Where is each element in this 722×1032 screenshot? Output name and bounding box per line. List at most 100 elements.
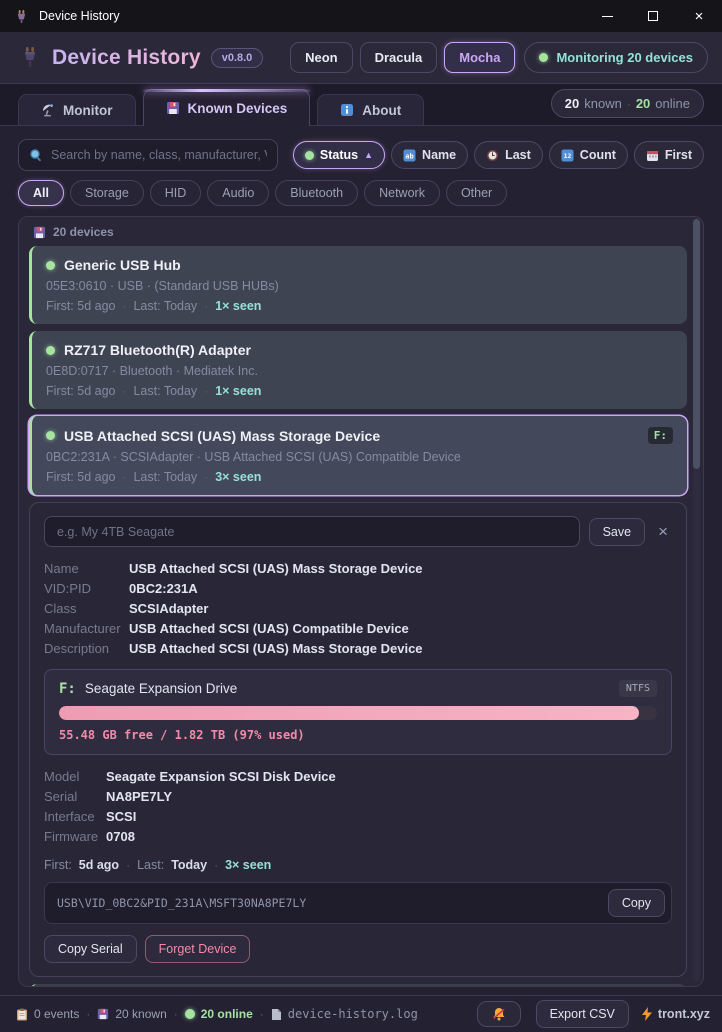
clipboard-icon xyxy=(16,1008,28,1021)
drive-letter-badge: F: xyxy=(648,427,673,444)
filter-hid[interactable]: HID xyxy=(150,180,202,206)
online-count: 20 xyxy=(636,96,650,111)
first-seen: First: 5d ago xyxy=(46,470,115,484)
copy-serial-button[interactable]: Copy Serial xyxy=(44,935,137,963)
window-controls: × xyxy=(584,0,722,32)
drive-usage-text: 55.48 GB free / 1.82 TB (97% used) xyxy=(59,728,657,742)
maximize-button[interactable] xyxy=(630,0,676,32)
minimize-button[interactable] xyxy=(584,0,630,32)
device-counts-badge: 20 known · 20 online xyxy=(551,89,704,118)
mute-notifications-button[interactable] xyxy=(477,1001,521,1027)
separator: · xyxy=(204,299,208,313)
first-value: 5d ago xyxy=(79,858,119,872)
close-button[interactable]: × xyxy=(676,0,722,32)
field-value: 0708 xyxy=(106,827,135,847)
sort-last-button[interactable]: Last xyxy=(474,141,543,169)
search-input[interactable] xyxy=(51,148,267,162)
tab-monitor[interactable]: Monitor xyxy=(18,94,136,125)
filter-other[interactable]: Other xyxy=(446,180,507,206)
filter-storage[interactable]: Storage xyxy=(70,180,144,206)
separator: · xyxy=(122,470,126,484)
field-label: Serial xyxy=(44,787,106,807)
theme-button-mocha[interactable]: Mocha xyxy=(444,42,515,73)
drive-usage-fill xyxy=(59,706,639,720)
seen-count: 3× seen xyxy=(215,470,261,484)
svg-text:12: 12 xyxy=(563,152,571,160)
device-meta: 0BC2:231A · SCSIAdapter · USB Attached S… xyxy=(46,450,673,464)
tab-about-label: About xyxy=(362,103,401,118)
filter-bluetooth[interactable]: Bluetooth xyxy=(275,180,358,206)
floppy-icon xyxy=(166,101,180,115)
status-dot-icon xyxy=(305,151,314,160)
sort-ascending-icon: ▲ xyxy=(364,150,373,160)
scrollbar-thumb[interactable] xyxy=(693,219,700,469)
device-card-bluetooth-adapter[interactable]: RZ717 Bluetooth(R) Adapter 0E8D:0717 · B… xyxy=(29,331,687,409)
sort-first-button[interactable]: First xyxy=(634,141,704,169)
last-label: Last: xyxy=(137,858,164,872)
seen-count: 3× seen xyxy=(225,858,271,872)
device-list-header: 20 devices xyxy=(29,217,687,246)
log-file-name: device-history.log xyxy=(288,1007,418,1021)
export-csv-button[interactable]: Export CSV xyxy=(536,1000,629,1028)
sort-count-button[interactable]: 12 Count xyxy=(549,141,628,169)
tab-monitor-label: Monitor xyxy=(63,103,113,118)
events-status: 0 events xyxy=(16,1007,79,1021)
sort-name-button[interactable]: ab Name xyxy=(391,141,468,169)
tab-about[interactable]: About xyxy=(317,94,424,125)
device-detail-panel: Save × NameUSB Attached SCSI (UAS) Mass … xyxy=(29,502,687,977)
save-button[interactable]: Save xyxy=(589,518,646,546)
device-card-uas-mass-storage[interactable]: USB Attached SCSI (UAS) Mass Storage Dev… xyxy=(29,416,687,495)
nickname-input[interactable] xyxy=(44,516,580,547)
separator: · xyxy=(174,1007,178,1021)
theme-button-dracula[interactable]: Dracula xyxy=(360,42,438,73)
drive-usage-bar xyxy=(59,706,657,720)
device-meta: 0E8D:0717 · Bluetooth · Mediatek Inc. xyxy=(46,364,673,378)
filter-audio[interactable]: Audio xyxy=(207,180,269,206)
separator: · xyxy=(122,299,126,313)
known-status: 20 known xyxy=(97,1007,166,1021)
first-seen: First: 5d ago xyxy=(46,299,115,313)
site-link[interactable]: tront.xyz xyxy=(642,1007,710,1021)
monitoring-label: Monitoring 20 devices xyxy=(556,50,693,65)
last-seen: Last: Today xyxy=(133,299,197,313)
separator: · xyxy=(204,384,208,398)
bell-slash-icon xyxy=(491,1006,507,1022)
filter-network[interactable]: Network xyxy=(364,180,440,206)
tab-known-devices[interactable]: Known Devices xyxy=(143,89,311,126)
detail-actions: Copy Serial Forget Device xyxy=(44,935,672,963)
online-count: 20 online xyxy=(201,1007,253,1021)
events-count: 0 events xyxy=(34,1007,79,1021)
field-value: NA8PE7LY xyxy=(106,787,172,807)
sort-status-button[interactable]: Status ▲ xyxy=(293,141,385,169)
device-seen-row: First: 5d ago · Last: Today · 1× seen xyxy=(46,384,673,398)
theme-button-neon[interactable]: Neon xyxy=(290,42,353,73)
forget-device-button[interactable]: Forget Device xyxy=(145,935,251,963)
last-value: Today xyxy=(171,858,207,872)
online-dot-icon xyxy=(539,53,548,62)
search-icon xyxy=(29,148,43,162)
search-box xyxy=(18,139,278,171)
separator: · xyxy=(214,858,218,872)
filter-all[interactable]: All xyxy=(18,180,64,206)
device-seen-row: First: 5d ago · Last: Today · 1× seen xyxy=(46,299,673,313)
device-card-generic-usb-hub[interactable]: Generic USB Hub 05E3:0610 · USB · (Stand… xyxy=(29,246,687,324)
minimize-icon xyxy=(602,16,613,17)
device-meta: 05E3:0610 · USB · (Standard USB HUBs) xyxy=(46,279,673,293)
window-title: Device History xyxy=(39,9,120,23)
category-filters: All Storage HID Audio Bluetooth Network … xyxy=(18,180,704,206)
copy-path-button[interactable]: Copy xyxy=(608,889,665,917)
next-device-card-partial[interactable] xyxy=(29,984,687,987)
known-count-label: known xyxy=(584,96,622,111)
sort-first-label: First xyxy=(665,148,692,162)
online-dot-icon xyxy=(46,431,55,440)
last-seen: Last: Today xyxy=(133,384,197,398)
sort-name-label: Name xyxy=(422,148,456,162)
app-icon xyxy=(13,8,30,25)
drive-letter: F: xyxy=(59,681,76,697)
known-count: 20 xyxy=(565,96,579,111)
online-status: 20 online xyxy=(185,1007,253,1021)
close-detail-icon[interactable]: × xyxy=(654,522,672,542)
seen-count: 1× seen xyxy=(215,384,261,398)
site-label: tront.xyz xyxy=(658,1007,710,1021)
separator: · xyxy=(204,470,208,484)
